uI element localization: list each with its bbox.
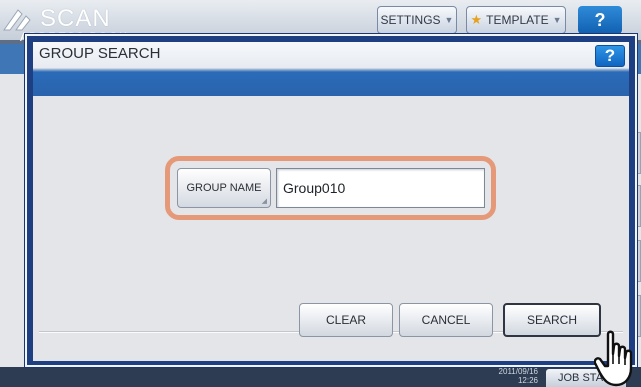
settings-button-label: SETTINGS	[380, 13, 441, 27]
date-time-display: 2011/09/16 12:26	[482, 367, 538, 385]
hand-pointer-icon	[594, 330, 633, 387]
time-text: 12:26	[517, 376, 538, 385]
help-button[interactable]: ?	[595, 45, 625, 67]
template-button[interactable]: ★ TEMPLATE ▼	[466, 6, 566, 34]
group-name-field[interactable]: Group010	[276, 168, 485, 208]
group-search-dialog: GROUP SEARCH ? GROUP NAME ◢ Group010 CLE…	[25, 34, 637, 367]
group-name-button[interactable]: GROUP NAME ◢	[177, 168, 271, 208]
scan-screen-title: SCAN	[40, 5, 111, 32]
date-text: 2011/09/16	[498, 367, 538, 376]
clear-button[interactable]: CLEAR	[299, 303, 393, 337]
corner-arrow-icon: ◢	[261, 198, 267, 205]
dropdown-caret-icon: ▼	[444, 15, 454, 25]
template-button-label: TEMPLATE	[486, 13, 549, 27]
status-bar	[0, 367, 641, 387]
dialog-header: GROUP SEARCH ?	[33, 42, 629, 96]
search-button[interactable]: SEARCH	[503, 303, 601, 337]
group-name-button-label: GROUP NAME	[186, 182, 262, 194]
star-icon: ★	[470, 12, 483, 27]
settings-button[interactable]: SETTINGS ▼	[377, 6, 457, 34]
help-button-background[interactable]: ?	[578, 6, 622, 34]
cancel-button[interactable]: CANCEL	[399, 303, 493, 337]
scan-logo-icon	[3, 9, 31, 31]
dialog-title: GROUP SEARCH	[39, 45, 161, 62]
dropdown-caret-icon: ▼	[552, 15, 562, 25]
